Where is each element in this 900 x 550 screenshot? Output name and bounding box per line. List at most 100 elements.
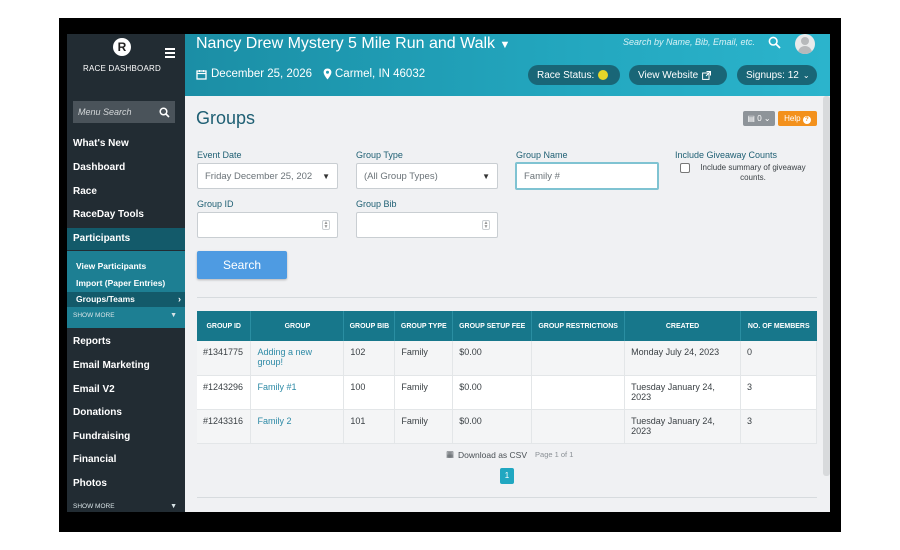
search-button[interactable]: Search: [197, 251, 287, 279]
group-name-input[interactable]: Family #: [515, 162, 659, 190]
group-name-label: Group Name: [516, 150, 568, 160]
nav-email-marketing[interactable]: Email Marketing: [67, 360, 185, 371]
column-header-group-type[interactable]: GROUP TYPE: [394, 311, 454, 341]
cell-group-type: Family: [394, 375, 454, 410]
view-website-button[interactable]: View Website: [629, 65, 727, 85]
cell-group-fee: $0.00: [452, 341, 533, 376]
group-type-value: (All Group Types): [364, 170, 438, 182]
group-type-select[interactable]: (All Group Types) ▼: [356, 163, 498, 189]
cell-group-bib: 102: [343, 341, 396, 376]
page-title: Groups: [196, 108, 256, 128]
help-button[interactable]: Help ?: [778, 111, 817, 126]
participants-subnav: View Participants Import (Paper Entries)…: [67, 251, 185, 328]
main-content: Groups ▤ 0 ⌄ Help ? Event Date Friday De…: [185, 96, 830, 512]
chevron-right-icon: ›: [178, 294, 181, 304]
event-date-select[interactable]: Friday December 25, 202 ▼: [197, 163, 338, 189]
menu-search-input[interactable]: Menu Search: [73, 101, 175, 123]
calendar-icon: [196, 69, 207, 80]
subnav-groups-teams-label: Groups/Teams: [76, 294, 135, 304]
cell-group-link[interactable]: Family #1: [250, 375, 345, 410]
page-info: Page 1 of 1: [535, 450, 574, 459]
search-icon[interactable]: [768, 36, 781, 49]
cell-group-fee: $0.00: [452, 409, 533, 444]
cell-group-bib: 101: [343, 409, 396, 444]
column-header-no-of-members[interactable]: NO. OF MEMBERS: [740, 311, 817, 341]
table-row: #1243316 Family 2 101 Family $0.00 Tuesd…: [197, 409, 818, 444]
cell-members: 3: [740, 375, 818, 410]
signups-dropdown[interactable]: Signups: 12 ⌄: [737, 65, 817, 85]
search-icon[interactable]: [159, 106, 170, 118]
number-spinner-icon[interactable]: ▲ ▼: [482, 220, 490, 230]
nav-email-v2[interactable]: Email V2: [67, 384, 185, 395]
nav-dashboard[interactable]: Dashboard: [67, 162, 185, 173]
show-more-label: SHOW MORE: [73, 312, 115, 319]
nav-participants[interactable]: Participants: [67, 228, 185, 250]
subnav-groups-teams[interactable]: Groups/Teams ›: [67, 292, 185, 307]
cell-created: Monday July 24, 2023: [624, 341, 741, 376]
cell-group-type: Family: [394, 341, 454, 376]
table-header-row: GROUP ID GROUP GROUP BIB GROUP TYPE GROU…: [197, 311, 817, 341]
logo[interactable]: R: [113, 38, 131, 56]
show-more-participants[interactable]: SHOW MORE ▼: [73, 312, 179, 319]
pagination-page-button[interactable]: 1: [500, 468, 514, 484]
cell-group-type: Family: [394, 409, 454, 444]
cell-group-id: #1243316: [197, 409, 252, 444]
show-more-bottom[interactable]: SHOW MORE ▼: [73, 503, 179, 510]
group-bib-input[interactable]: ▲ ▼: [356, 212, 498, 238]
hamburger-menu-icon[interactable]: [165, 48, 175, 60]
event-title: Nancy Drew Mystery 5 Mile Run and Walk: [196, 35, 496, 52]
cell-group-link[interactable]: Adding a new group!: [250, 341, 345, 376]
nav-whats-new[interactable]: What's New: [67, 138, 185, 149]
giveaway-counts-label: Include Giveaway Counts: [675, 150, 778, 160]
column-header-group-setup-fee[interactable]: GROUP SETUP FEE: [452, 311, 533, 341]
cell-group-restrictions: [531, 341, 626, 376]
nav-fundraising[interactable]: Fundraising: [67, 431, 185, 442]
group-id-input[interactable]: ▲ ▼: [197, 212, 338, 238]
user-avatar[interactable]: [795, 34, 815, 54]
nav-donations[interactable]: Donations: [67, 407, 185, 418]
number-spinner-icon[interactable]: ▲ ▼: [322, 220, 330, 230]
column-header-group-bib[interactable]: GROUP BIB: [343, 311, 396, 341]
cell-group-restrictions: [531, 375, 626, 410]
nav-reports[interactable]: Reports: [67, 336, 185, 347]
cell-group-restrictions: [531, 409, 626, 444]
nav-race[interactable]: Race: [67, 186, 185, 197]
divider: [197, 297, 817, 298]
cell-group-link[interactable]: Family 2: [250, 409, 345, 444]
signups-label: Signups: 12: [746, 69, 799, 81]
csv-download-row: ▦ Download as CSV Page 1 of 1: [446, 449, 573, 460]
column-header-group-restrictions[interactable]: GROUP RESTRICTIONS: [531, 311, 626, 341]
show-more-label: SHOW MORE: [73, 503, 115, 510]
subnav-import-paper-entries[interactable]: Import (Paper Entries): [76, 278, 165, 288]
column-header-created[interactable]: CREATED: [624, 311, 741, 341]
cell-group-fee: $0.00: [452, 375, 533, 410]
event-header: Nancy Drew Mystery 5 Mile Run and Walk ▼…: [185, 34, 830, 96]
count-dropdown-button[interactable]: ▤ 0 ⌄: [743, 111, 775, 126]
event-location: Carmel, IN 46032: [323, 68, 425, 80]
group-bib-label: Group Bib: [356, 199, 397, 209]
giveaway-counts-checkbox[interactable]: [680, 163, 690, 173]
global-search-input[interactable]: Search by Name, Bib, Email, etc.: [623, 37, 755, 47]
content-scrollbar[interactable]: [823, 96, 830, 476]
nav-raceday-tools[interactable]: RaceDay Tools: [67, 209, 185, 220]
subnav-view-participants[interactable]: View Participants: [76, 261, 146, 271]
table-row: #1341775 Adding a new group! 102 Family …: [197, 341, 818, 376]
nav-photos[interactable]: Photos: [67, 478, 185, 489]
divider: [197, 497, 817, 498]
table-row: #1243296 Family #1 100 Family $0.00 Tues…: [197, 375, 818, 410]
event-title-dropdown[interactable]: Nancy Drew Mystery 5 Mile Run and Walk ▼: [196, 35, 510, 53]
race-status-button[interactable]: Race Status:: [528, 65, 620, 85]
column-header-group-id[interactable]: GROUP ID: [197, 311, 252, 341]
question-circle-icon: ?: [802, 116, 811, 124]
groups-table: GROUP ID GROUP GROUP BIB GROUP TYPE GROU…: [197, 311, 818, 444]
download-csv-link[interactable]: Download as CSV: [458, 450, 527, 460]
external-link-icon: [702, 70, 712, 80]
cell-members: 3: [740, 409, 818, 444]
count-value: 0: [757, 114, 762, 123]
nav-financial[interactable]: Financial: [67, 454, 185, 465]
group-type-label: Group Type: [356, 150, 403, 160]
giveaway-counts-description: Include summary of giveaway counts.: [700, 163, 806, 182]
column-header-group[interactable]: GROUP: [250, 311, 345, 341]
table-icon: ▦: [446, 449, 455, 459]
race-status-indicator-icon: [598, 70, 609, 80]
